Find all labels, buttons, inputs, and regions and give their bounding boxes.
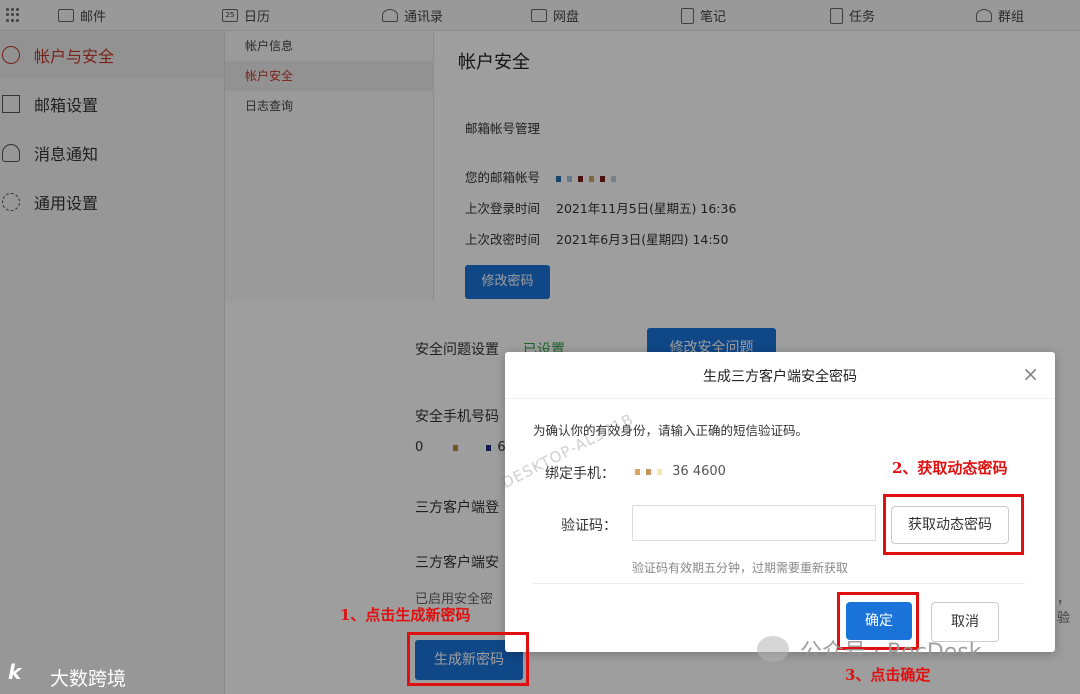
bound-phone-label: 绑定手机： [545, 466, 615, 482]
annotation-box-get-code [883, 494, 1024, 555]
close-icon[interactable]: × [1022, 362, 1039, 386]
verification-info-text: 为确认你的有效身份，请输入正确的短信验证码。 [533, 423, 809, 438]
dialog-title: 生成三方客户端安全密码 [703, 369, 857, 385]
annotation-step1: 1、点击生成新密码 [340, 606, 471, 624]
code-expiry-hint: 验证码有效期五分钟，过期需要重新获取 [632, 561, 849, 575]
dialog-header-divider [505, 398, 1055, 399]
annotation-step2: 2、获取动态密码 [892, 459, 1008, 477]
wechat-watermark: 公众号 · RocDesk [800, 640, 982, 665]
annotation-box-generate [407, 632, 529, 686]
verification-code-label: 验证码： [561, 518, 617, 534]
verification-code-input[interactable] [632, 505, 876, 541]
brand-logo-icon: k [8, 660, 22, 684]
brand-watermark: 大数跨境 [50, 668, 127, 690]
annotation-step3: 3、点击确定 [845, 666, 931, 684]
bound-phone-value: 36 4600 [635, 464, 726, 479]
dialog-footer-divider [533, 583, 1025, 584]
wechat-logo-icon [757, 636, 789, 662]
